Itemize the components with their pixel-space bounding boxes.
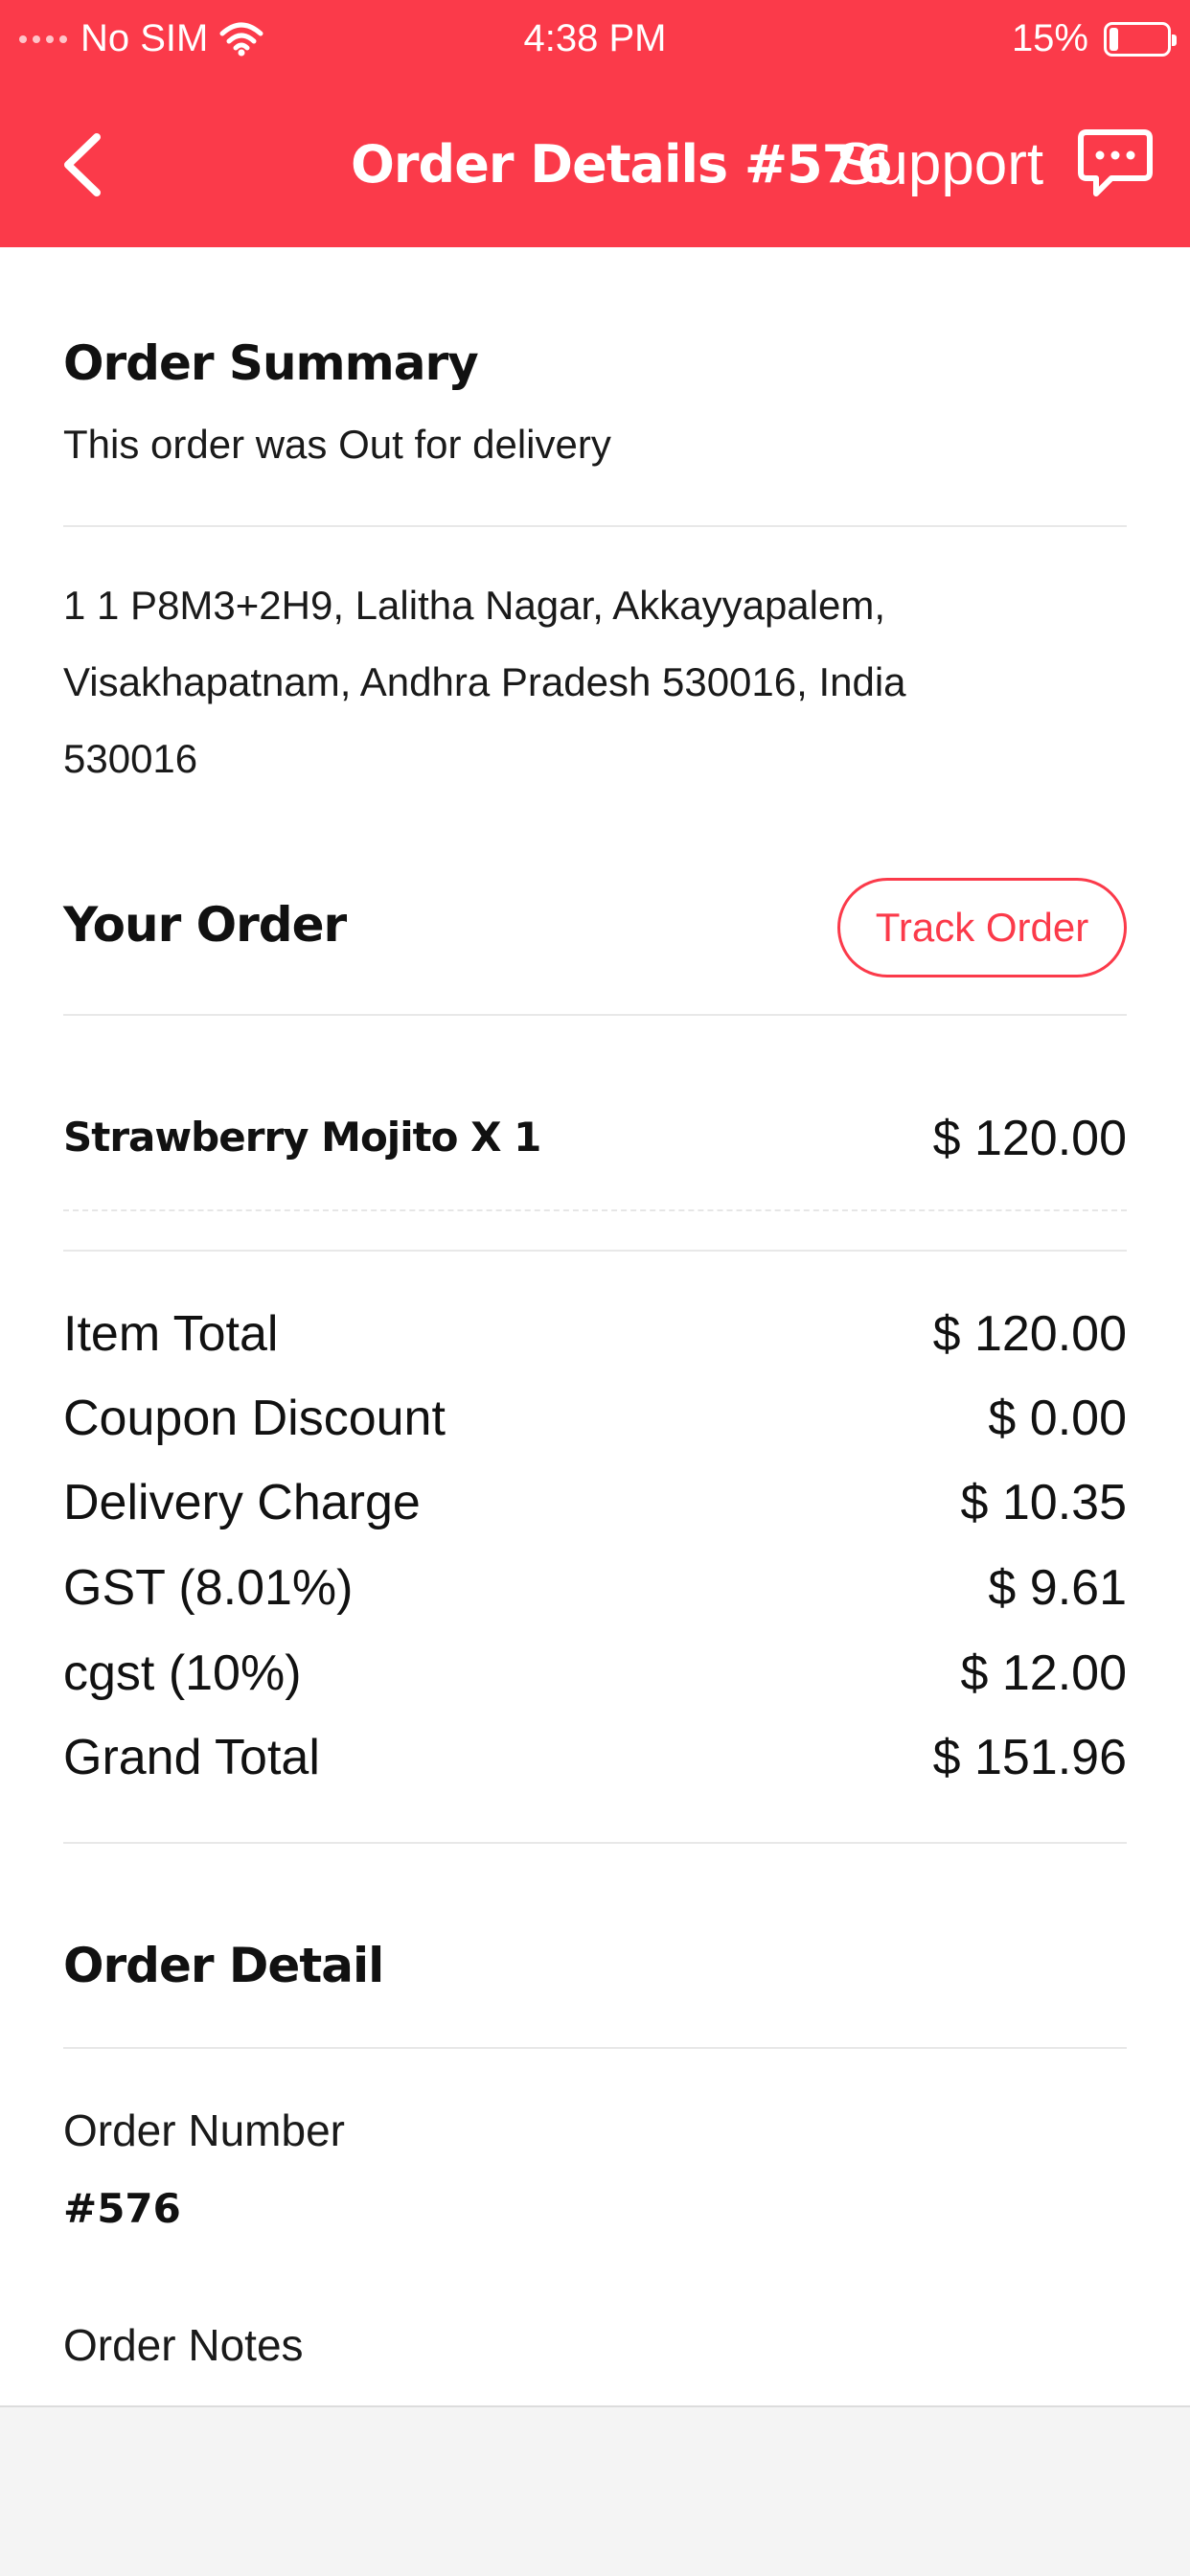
bill-row-gst: GST (8.01%) $ 9.61 xyxy=(63,1559,1127,1636)
order-item-name: Strawberry Mojito X 1 xyxy=(63,1114,541,1161)
divider xyxy=(63,2047,1127,2049)
bottom-bar xyxy=(0,2405,1190,2576)
bill-row-delivery-charge: Delivery Charge $ 10.35 xyxy=(63,1474,1127,1551)
bill-value: $ 151.96 xyxy=(932,1730,1127,1785)
bill-row-coupon-discount: Coupon Discount $ 0.00 xyxy=(63,1390,1127,1466)
support-button[interactable]: Support xyxy=(835,130,1043,198)
bill-value: $ 120.00 xyxy=(932,1306,1127,1362)
bill-label: Item Total xyxy=(63,1306,279,1362)
address-line-2: Visakhapatnam, Andhra Pradesh 530016, In… xyxy=(63,659,906,704)
order-detail-title: Order Detail xyxy=(63,1938,384,1993)
bill-label: GST (8.01%) xyxy=(63,1560,354,1616)
bill-label: cgst (10%) xyxy=(63,1645,302,1701)
order-number-label: Order Number xyxy=(63,2105,345,2155)
bill-row-item-total: Item Total $ 120.00 xyxy=(63,1305,1127,1382)
chevron-left-icon xyxy=(64,133,101,196)
bill-row-grand-total: Grand Total $ 151.96 xyxy=(63,1729,1127,1806)
track-order-button[interactable]: Track Order xyxy=(837,878,1127,978)
divider xyxy=(63,1250,1127,1252)
nav-bar: Order Details #576 Support xyxy=(0,80,1190,247)
order-item-price: $ 120.00 xyxy=(932,1111,1127,1166)
order-summary-title: Order Summary xyxy=(63,335,479,391)
battery-icon xyxy=(1104,21,1177,57)
address-line-3: 530016 xyxy=(63,736,198,781)
bill-row-cgst: cgst (10%) $ 12.00 xyxy=(63,1644,1127,1721)
battery-percent: 15% xyxy=(1011,17,1088,59)
chat-bubble-icon[interactable] xyxy=(1077,126,1154,199)
bill-value: $ 9.61 xyxy=(988,1560,1127,1616)
status-bar: No SIM 4:38 PM 15% xyxy=(0,0,1190,80)
dashed-divider xyxy=(63,1209,1127,1211)
order-notes-label: Order Notes xyxy=(63,2320,304,2370)
page-title: Order Details #576 xyxy=(351,134,893,195)
divider xyxy=(63,1014,1127,1016)
divider xyxy=(63,1842,1127,1844)
bill-label: Coupon Discount xyxy=(63,1391,446,1446)
back-button[interactable] xyxy=(48,126,115,203)
order-number-value: #576 xyxy=(63,2185,181,2232)
order-status-text: This order was Out for delivery xyxy=(63,422,611,467)
divider xyxy=(63,525,1127,527)
address-line-1: 1 1 P8M3+2H9, Lalitha Nagar, Akkayyapale… xyxy=(63,583,886,628)
app-header: No SIM 4:38 PM 15% Order Details #576 Su… xyxy=(0,0,1190,247)
bill-label: Grand Total xyxy=(63,1730,320,1785)
bill-value: $ 0.00 xyxy=(988,1391,1127,1446)
your-order-title: Your Order xyxy=(63,897,347,953)
status-right: 15% xyxy=(1011,17,1177,60)
bill-value: $ 12.00 xyxy=(960,1645,1128,1701)
battery-fill xyxy=(1110,27,1118,51)
bill-value: $ 10.35 xyxy=(960,1475,1128,1530)
bill-label: Delivery Charge xyxy=(63,1475,421,1530)
